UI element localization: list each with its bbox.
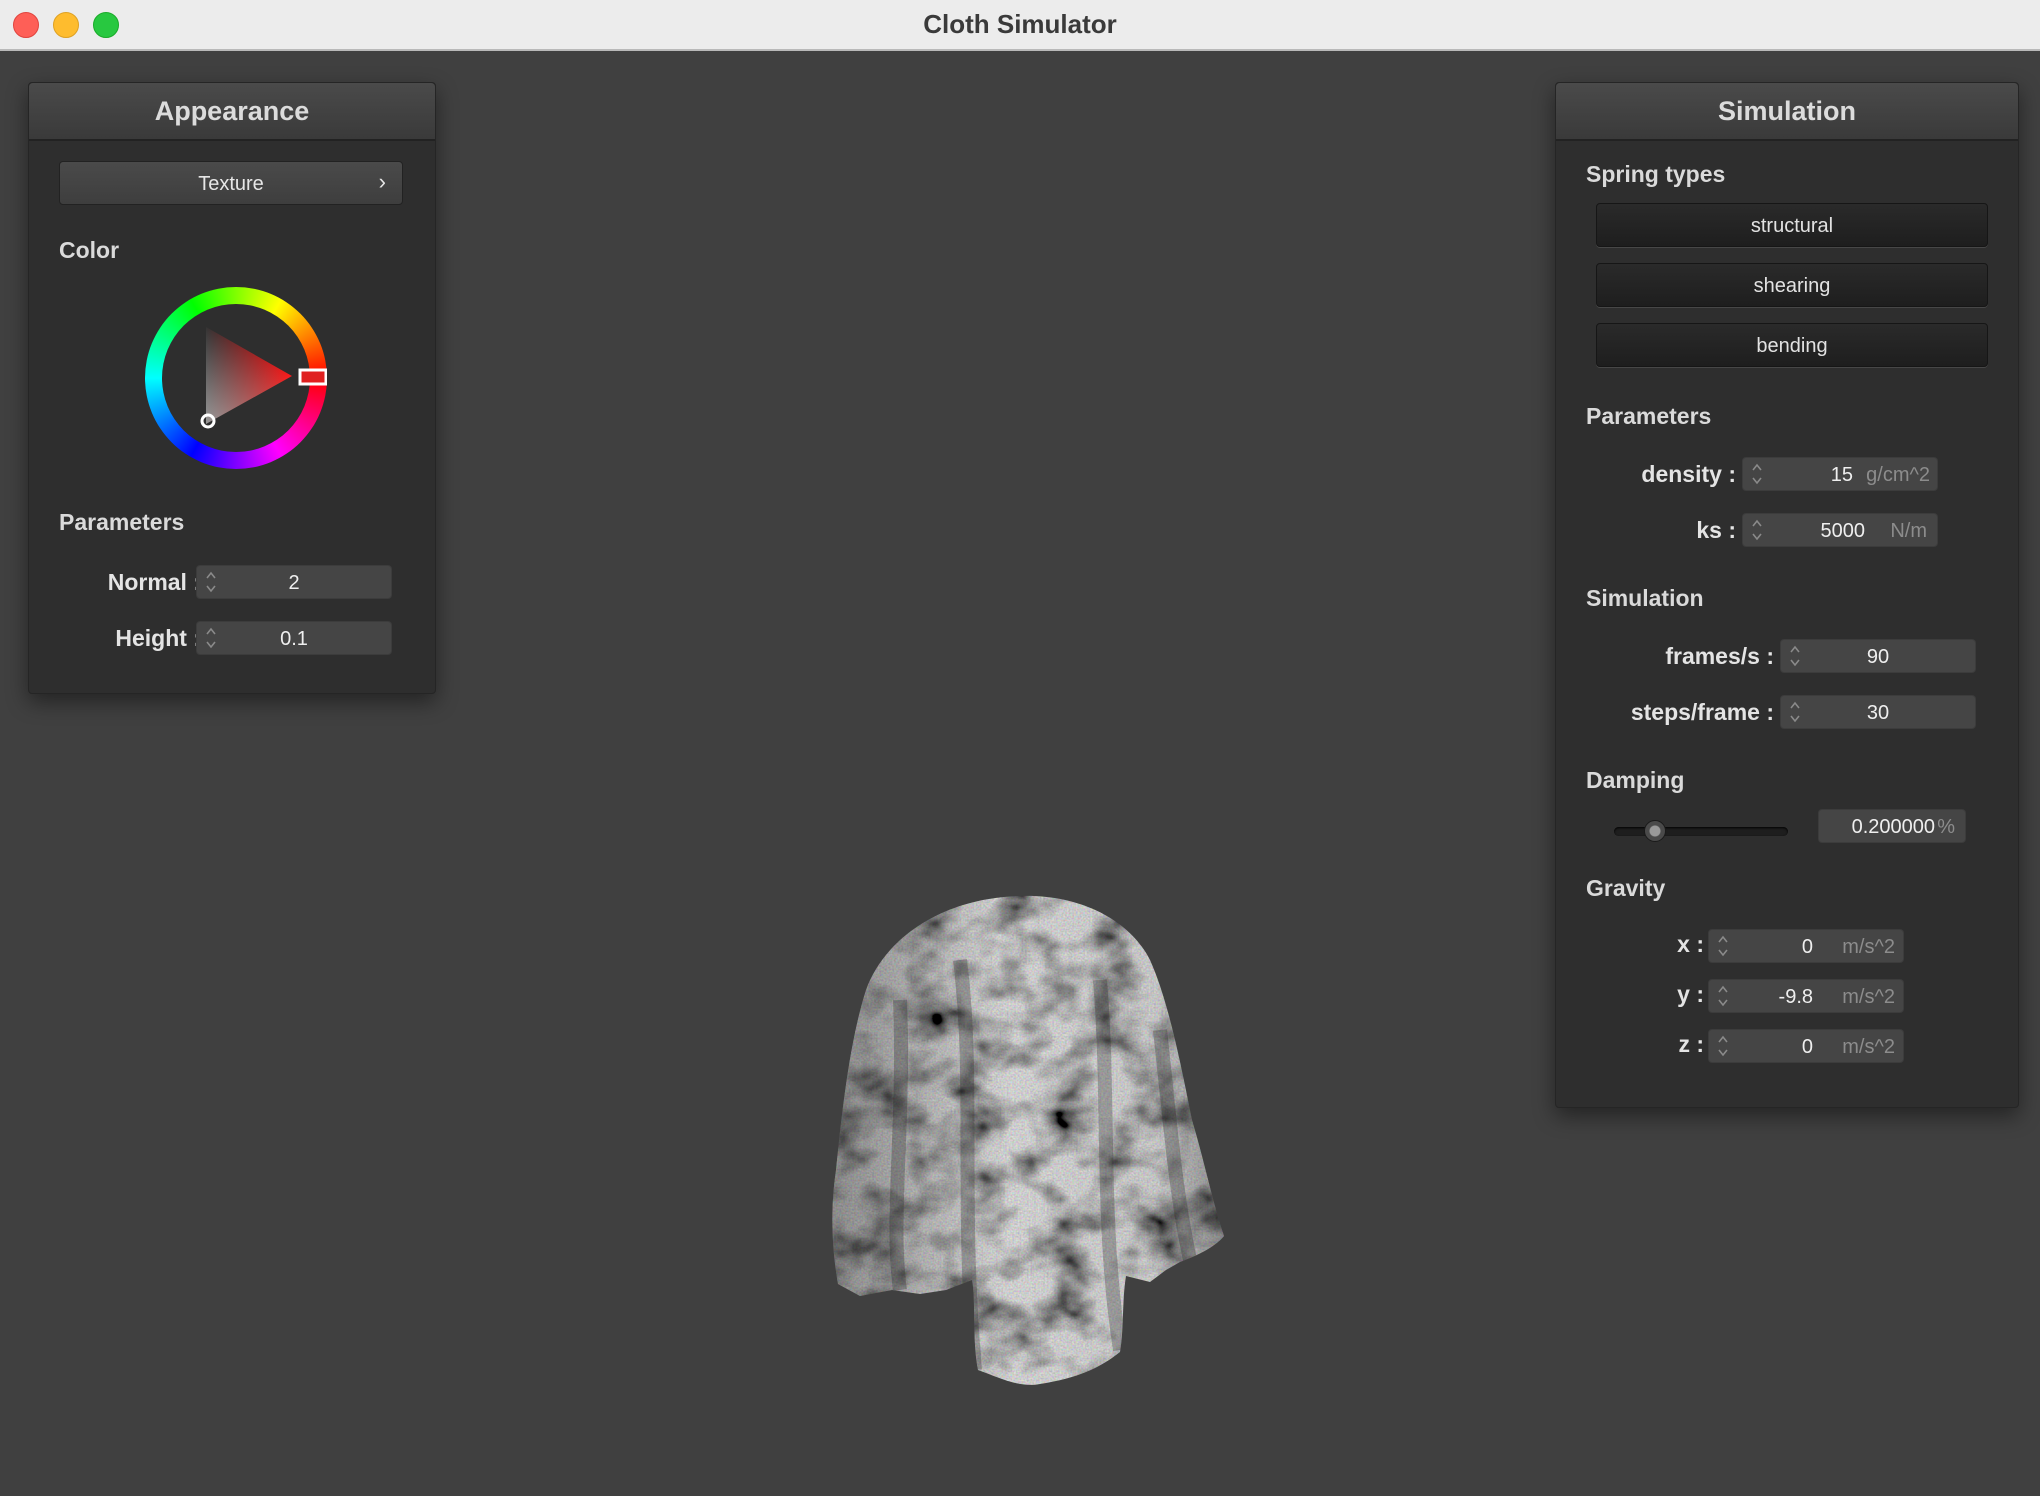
cloth-mesh[interactable] bbox=[820, 880, 1240, 1400]
ks-input[interactable]: 5000 N/m bbox=[1742, 513, 1938, 547]
ks-value: 5000 bbox=[1820, 520, 1866, 542]
damping-label: Damping bbox=[1586, 767, 1685, 793]
spinner-arrows-icon[interactable] bbox=[1717, 933, 1729, 959]
appearance-panel: Appearance Texture › Color Parameters No… bbox=[28, 82, 436, 694]
height-input[interactable]: 0.1 bbox=[196, 621, 392, 655]
color-label: Color bbox=[59, 237, 120, 263]
gravity-y-value: -9.8 bbox=[1778, 986, 1813, 1008]
spring-types-label: Spring types bbox=[1586, 161, 1726, 187]
steps-per-frame-label: steps/frame : bbox=[1630, 699, 1774, 725]
gravity-z-label: z : bbox=[1678, 1031, 1704, 1057]
normal-input[interactable]: 2 bbox=[196, 565, 392, 599]
title-bar: Cloth Simulator bbox=[0, 0, 2040, 51]
spinner-arrows-icon[interactable] bbox=[1751, 517, 1763, 543]
color-wheel-icon[interactable] bbox=[145, 287, 327, 469]
chevron-right-icon: › bbox=[378, 169, 386, 194]
gravity-z-unit: m/s^2 bbox=[1842, 1036, 1895, 1058]
height-value: 0.1 bbox=[280, 628, 308, 650]
height-label: Height : bbox=[115, 625, 201, 651]
frames-per-s-input[interactable]: 90 bbox=[1780, 639, 1976, 673]
gravity-z-input[interactable]: 0 m/s^2 bbox=[1708, 1029, 1904, 1063]
damping-slider-track bbox=[1614, 827, 1788, 836]
spinner-arrows-icon[interactable] bbox=[1717, 983, 1729, 1009]
bending-button[interactable]: bending bbox=[1596, 323, 1988, 367]
structural-button[interactable]: structural bbox=[1596, 203, 1988, 247]
simulation-section-label: Simulation bbox=[1586, 585, 1704, 611]
damping-input[interactable]: 0.200000 % bbox=[1818, 809, 1966, 843]
frames-per-s-label: frames/s : bbox=[1665, 643, 1774, 669]
gravity-y-input[interactable]: -9.8 m/s^2 bbox=[1708, 979, 1904, 1013]
texture-button-label: Texture bbox=[198, 173, 264, 195]
shearing-button[interactable]: shearing bbox=[1596, 263, 1988, 307]
normal-value: 2 bbox=[288, 572, 300, 594]
gravity-x-input[interactable]: 0 m/s^2 bbox=[1708, 929, 1904, 963]
frames-per-s-value: 90 bbox=[1866, 646, 1890, 668]
gravity-label: Gravity bbox=[1586, 875, 1666, 901]
gravity-y-unit: m/s^2 bbox=[1842, 986, 1895, 1008]
ks-label: ks : bbox=[1696, 517, 1736, 543]
appearance-parameters-label: Parameters bbox=[59, 509, 185, 535]
gravity-x-label: x : bbox=[1677, 931, 1704, 957]
simulation-parameters-label: Parameters bbox=[1586, 403, 1712, 429]
gravity-z-value: 0 bbox=[1801, 1036, 1813, 1058]
normal-label: Normal : bbox=[107, 569, 201, 595]
appearance-panel-title: Appearance bbox=[29, 83, 435, 141]
steps-per-frame-input[interactable]: 30 bbox=[1780, 695, 1976, 729]
gravity-x-unit: m/s^2 bbox=[1842, 936, 1895, 958]
gravity-x-value: 0 bbox=[1801, 936, 1813, 958]
damping-slider-knob[interactable] bbox=[1644, 820, 1667, 842]
window-title: Cloth Simulator bbox=[923, 9, 1117, 39]
density-input[interactable]: 15 g/cm^2 bbox=[1742, 457, 1938, 491]
damping-unit: % bbox=[1937, 816, 1955, 838]
density-label: density : bbox=[1641, 461, 1736, 487]
density-unit: g/cm^2 bbox=[1866, 464, 1930, 486]
damping-slider[interactable] bbox=[1614, 818, 1788, 846]
ks-unit: N/m bbox=[1890, 520, 1927, 542]
simulation-panel: Simulation Spring types structural shear… bbox=[1555, 82, 2019, 1108]
gravity-y-label: y : bbox=[1677, 981, 1704, 1007]
simulation-panel-title: Simulation bbox=[1556, 83, 2018, 141]
density-value: 15 bbox=[1830, 464, 1853, 486]
steps-per-frame-value: 30 bbox=[1866, 702, 1890, 724]
texture-button[interactable]: Texture › bbox=[59, 161, 403, 205]
spinner-arrows-icon[interactable] bbox=[1751, 461, 1763, 487]
damping-value: 0.200000 bbox=[1851, 816, 1935, 838]
spinner-arrows-icon[interactable] bbox=[1717, 1033, 1729, 1059]
